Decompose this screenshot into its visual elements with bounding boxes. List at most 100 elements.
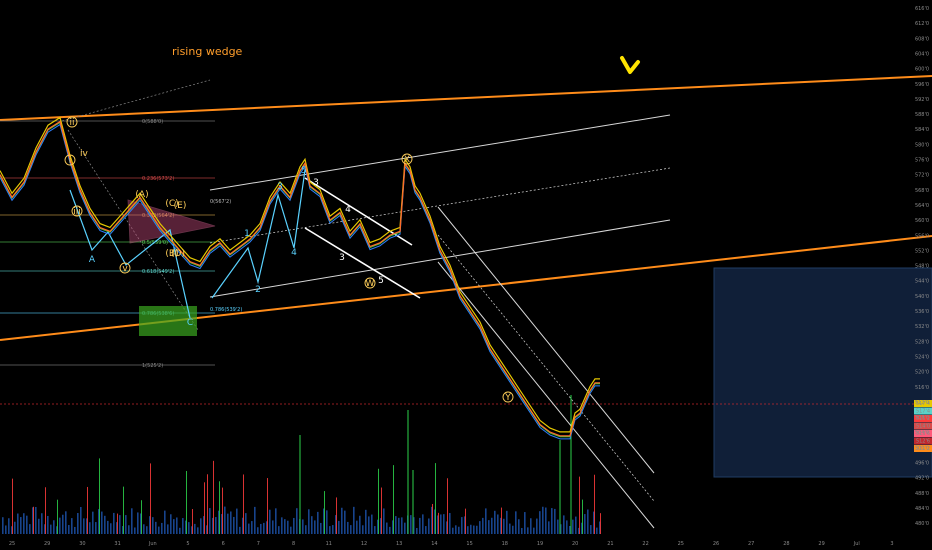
wave-label: v [122,264,128,274]
volume-bar [479,521,481,534]
volume-bar [260,523,262,534]
volume-bar [179,527,181,534]
volume-bar [329,526,331,534]
volume-bar [512,525,514,534]
fib-level-label: 0.236(573'2) [142,176,174,182]
volume-bar [557,519,559,534]
price-chart[interactable]: 0(588'0)0.236(573'2)0.382(564'2)0.5(559'… [0,0,932,550]
volume-bar [527,527,529,534]
wave-label: iii [73,207,81,217]
time-tick-label: 14 [431,541,437,547]
volume-bar [137,512,139,534]
volume-spike [45,487,46,534]
volume-bar [107,520,109,534]
wave-label: (E) [174,201,187,211]
time-tick-label: 12 [361,541,367,547]
volume-spike [324,491,325,534]
wave-label: 3 [313,178,319,188]
volume-bar [236,508,238,534]
price-tick-label: 508'0 [915,415,929,421]
volume-bar [344,510,346,534]
volume-bar [230,511,232,534]
volume-spike [141,500,142,534]
volume-bar [587,509,589,534]
volume-bar [95,522,97,534]
volume-spike [219,481,220,534]
volume-bar [584,514,586,534]
volume-bar [8,518,10,534]
volume-spike [378,468,379,534]
wave-label: ii [69,118,74,128]
volume-bar [452,527,454,534]
volume-bar [485,508,487,534]
volume-bar [263,522,265,534]
price-tick-label: 600'0 [915,67,929,73]
volume-spike [33,506,34,534]
volume-bar [275,508,277,534]
volume-bar [29,524,31,534]
time-tick-label: 26 [713,541,719,547]
time-tick-label: 11 [326,541,332,547]
volume-bar [338,520,340,534]
wave-label: 5 [301,166,307,176]
volume-bar [47,515,49,534]
price-tick-label: 500'0 [915,445,929,451]
volume-bar [71,518,73,534]
price-tick-label: 560'0 [915,218,929,224]
volume-spike [99,458,100,534]
volume-spike [579,476,580,534]
price-tick-label: 532'0 [915,324,929,330]
volume-bar [89,522,91,534]
volume-bar [227,513,229,534]
volume-bar [35,506,37,534]
volume-bar [74,526,76,534]
volume-spike [213,460,214,534]
price-tick-label: 540'0 [915,294,929,300]
wave-label: Y [504,393,511,403]
volume-bar [92,511,94,534]
volume-bar [473,525,475,534]
wave-label: W [366,279,375,289]
arrow-down-icon [620,56,640,74]
time-axis: 25 29 30 31 Jun 5 6 7 8 11 12 13 14 15 18 19 20 21 22 25 26 2… [9,541,894,547]
volume-bar [359,515,361,534]
volume-bar [62,514,64,534]
volume-bar [440,514,442,534]
volume-bar [80,506,82,534]
volume-bar [83,518,85,534]
volume-bar [50,524,52,534]
volume-bar [200,518,202,534]
volume-spike [465,508,466,534]
price-tick-label: 568'0 [915,188,929,194]
volume-bar [248,523,250,534]
volume-spike [594,474,595,534]
volume-spike [600,513,601,534]
time-tick-label: 15 [466,541,472,547]
volume-spike [435,463,436,534]
channel-upper [209,114,671,191]
volume-bar [590,525,592,534]
volume-bar [251,521,253,534]
volume-bar [488,520,490,534]
volume-bar [356,520,358,534]
price-tick-label: 604'0 [915,51,929,57]
volume-bar [23,513,25,534]
volume-bar [59,517,61,534]
volume-bar [119,515,121,534]
volume-bar [134,527,136,534]
volume-bar [458,526,460,534]
price-tick-label: 536'0 [915,309,929,315]
volume-bar [197,527,199,534]
wave-label: iv [80,149,89,159]
volume-spike [438,512,439,534]
target-box [713,267,932,478]
volume-bar [341,507,343,534]
price-tick-label: 512'0 [915,400,929,406]
volume-bar [257,527,259,534]
volume-bar [455,525,457,534]
price-tick-label: 488'0 [915,491,929,497]
volume-bar [533,527,535,534]
moving-average-yellow [0,116,600,433]
volume-bar [395,516,397,534]
volume-bar [314,520,316,534]
